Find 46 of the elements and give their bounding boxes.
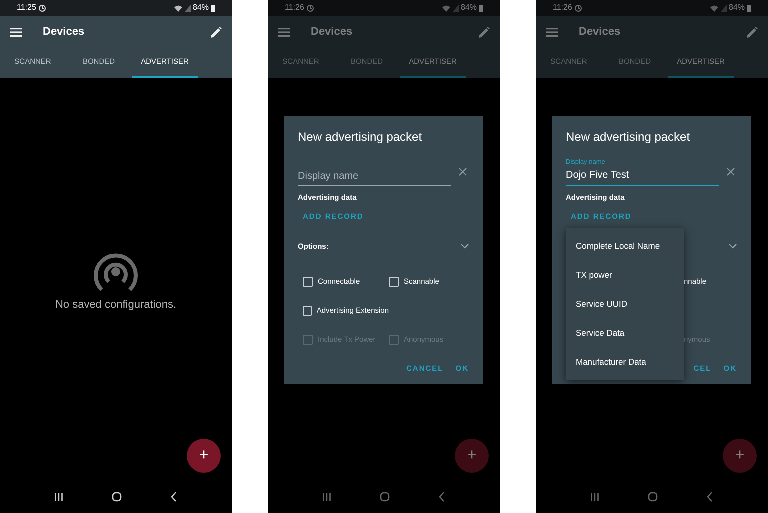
chevron-icon[interactable] (461, 244, 469, 249)
status-time: 11:26 (553, 2, 572, 14)
checkbox[interactable] (389, 277, 399, 287)
pencil-icon[interactable] (211, 26, 222, 38)
signal-icon (720, 4, 727, 12)
battery-icon (479, 4, 483, 12)
signal-icon (452, 4, 459, 12)
clear-icon[interactable] (459, 168, 467, 176)
menu-item[interactable]: Manufacturer Data (576, 356, 646, 369)
pencil-icon[interactable] (479, 26, 490, 38)
status-time: 11:25 (17, 2, 36, 14)
pencil-icon[interactable] (747, 26, 758, 38)
battery-text: 84% (728, 2, 745, 14)
clear-icon[interactable] (727, 168, 735, 176)
battery-text: 84% (192, 2, 209, 14)
recent-apps-icon[interactable] (54, 493, 63, 501)
display-name-field[interactable]: Display name (298, 158, 451, 186)
signal-icon (184, 4, 191, 12)
menu-item[interactable]: TX power (576, 269, 612, 282)
dialog-title: New advertising packet (566, 129, 692, 146)
battery-icon (747, 4, 751, 12)
menu-item[interactable]: Service UUID (576, 298, 628, 311)
checkbox[interactable] (303, 306, 312, 316)
add-button[interactable]: + (723, 439, 757, 473)
home-icon[interactable] (112, 492, 122, 502)
menu-icon[interactable] (10, 28, 22, 36)
app-title: Devices (43, 24, 85, 40)
add-button[interactable]: + (187, 439, 221, 473)
menu-item[interactable]: Complete Local Name (576, 240, 660, 253)
add-button[interactable]: + (455, 439, 489, 473)
menu-icon[interactable] (546, 28, 558, 36)
wifi-icon (174, 4, 183, 12)
app-title: Devices (311, 24, 353, 40)
app-title: Devices (579, 24, 621, 40)
status-time: 11:26 (285, 2, 304, 14)
battery-icon (211, 4, 215, 12)
dialog-title: New advertising packet (298, 129, 424, 146)
menu-item[interactable]: Service Data (576, 327, 625, 340)
wifi-icon (710, 4, 719, 12)
empty-message: No saved configurations. (55, 298, 177, 313)
chevron-icon[interactable] (729, 244, 737, 249)
battery-text: 84% (460, 2, 477, 14)
wifi-icon (442, 4, 451, 12)
back-icon[interactable] (171, 492, 178, 502)
checkbox[interactable] (303, 277, 313, 287)
menu-icon[interactable] (278, 28, 290, 36)
